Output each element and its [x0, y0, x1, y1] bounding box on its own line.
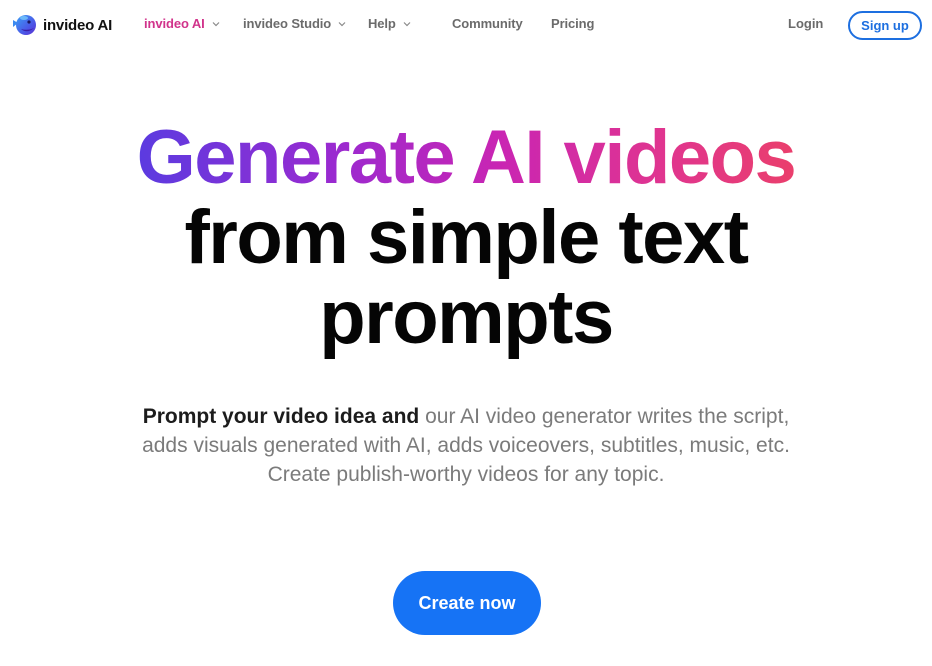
nav-item-label: invideo Studio	[243, 16, 332, 31]
hero-title-line-2: from simple text	[184, 195, 749, 280]
create-now-button[interactable]: Create now	[393, 571, 541, 635]
nav-item-pricing[interactable]: Pricing	[551, 16, 594, 31]
signup-button[interactable]: Sign up	[848, 11, 922, 40]
top-navigation: invideo AI invideo AI invideo Studio Hel…	[0, 0, 932, 50]
hero-title: Generate AI videos from simple text prom…	[0, 118, 932, 358]
login-link[interactable]: Login	[788, 16, 823, 31]
nav-item-invideo-ai[interactable]: invideo AI	[144, 16, 220, 31]
nav-item-help[interactable]: Help	[368, 16, 411, 31]
hero-title-line-3: prompts	[319, 275, 614, 360]
logo-link[interactable]: invideo AI	[10, 11, 112, 39]
nav-item-label: Community	[452, 16, 523, 31]
fish-mascot-icon	[10, 11, 38, 39]
logo-text: invideo AI	[43, 16, 113, 34]
hero-subtitle-emphasis: Prompt your video idea and	[142, 405, 420, 428]
chevron-down-icon	[338, 20, 346, 28]
nav-item-label: Pricing	[551, 16, 595, 31]
nav-item-label: Help	[368, 16, 396, 31]
nav-item-invideo-studio[interactable]: invideo Studio	[243, 16, 346, 31]
nav-item-label: invideo AI	[144, 16, 205, 31]
hero-subtitle: Prompt your video idea and our AI video …	[140, 402, 792, 489]
chevron-down-icon	[212, 20, 220, 28]
hero-title-gradient-line: Generate AI videos	[136, 115, 797, 200]
chevron-down-icon	[403, 20, 411, 28]
nav-item-community[interactable]: Community	[452, 16, 523, 31]
